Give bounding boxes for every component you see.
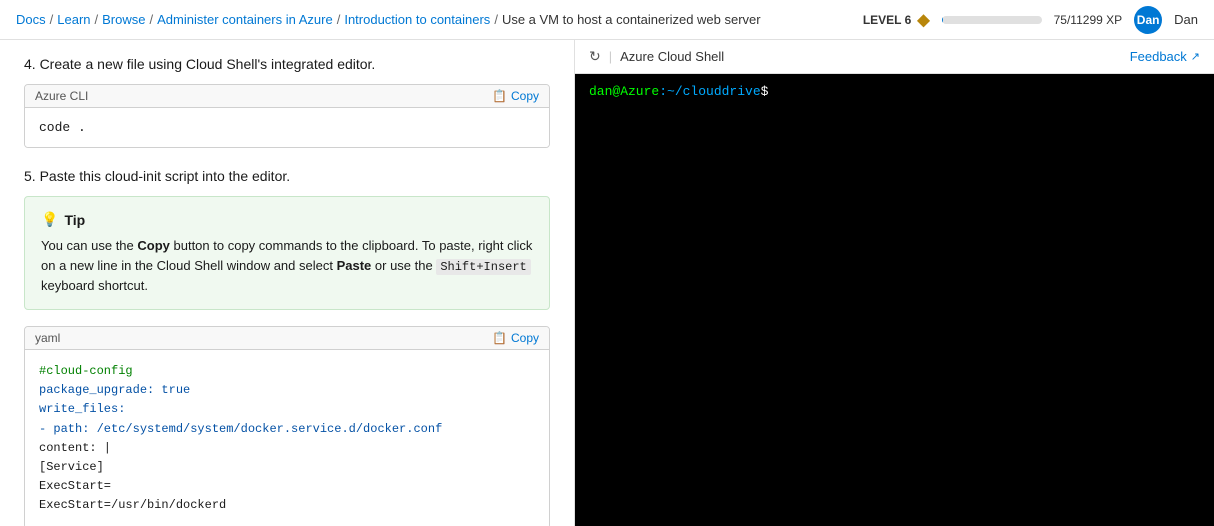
yaml-code-header: yaml 📋 Copy <box>25 327 549 350</box>
step4-code-block: Azure CLI 📋 Copy code . <box>24 84 550 148</box>
step4-heading: 4. Create a new file using Cloud Shell's… <box>24 56 550 72</box>
nav-current-page: Use a VM to host a containerized web ser… <box>502 12 761 27</box>
nav-browse[interactable]: Browse <box>102 12 145 27</box>
yaml-line2: package_upgrade: true <box>39 381 535 400</box>
avatar: Dan <box>1134 6 1162 34</box>
tip-label: Tip <box>64 212 85 228</box>
step4-copy-button[interactable]: 📋 Copy <box>492 89 539 103</box>
sep5: / <box>494 12 498 27</box>
step4-code-text: code . <box>39 120 86 135</box>
shell-separator: | <box>609 49 612 64</box>
nav-admin-containers[interactable]: Administer containers in Azure <box>157 12 333 27</box>
yaml-line7: ExecStart= <box>39 477 535 496</box>
level-icon: ◆ <box>917 10 929 30</box>
tip-text-3: or use the <box>371 258 436 273</box>
level-badge: LEVEL 6 ◆ <box>863 10 930 30</box>
xp-bar <box>942 16 1042 24</box>
yaml-copy-label: Copy <box>511 331 539 345</box>
nav-learn[interactable]: Learn <box>57 12 90 27</box>
sep1: / <box>50 12 54 27</box>
yaml-line1: #cloud-config <box>39 362 535 381</box>
nav-right: LEVEL 6 ◆ 75/11299 XP Dan Dan <box>863 6 1198 34</box>
left-panel: 4. Create a new file using Cloud Shell's… <box>0 40 575 526</box>
shell-title: Azure Cloud Shell <box>620 49 724 64</box>
main-layout: 4. Create a new file using Cloud Shell's… <box>0 40 1214 526</box>
terminal-user: dan@Azure <box>589 84 659 99</box>
avatar-initials: Dan <box>1137 13 1160 27</box>
terminal-prompt: dan@Azure:~/clouddrive$ <box>589 84 1200 99</box>
yaml-code-content: #cloud-config package_upgrade: true writ… <box>25 350 549 526</box>
nav-docs[interactable]: Docs <box>16 12 46 27</box>
sep4: / <box>337 12 341 27</box>
terminal-area[interactable]: dan@Azure:~/clouddrive$ ┃ <box>575 74 1214 526</box>
right-panel: ↻ | Azure Cloud Shell Feedback ↗ dan@Azu… <box>575 40 1214 526</box>
tip-text-1: You can use the <box>41 238 137 253</box>
tip-text: You can use the Copy button to copy comm… <box>41 236 533 295</box>
feedback-label: Feedback <box>1130 49 1187 64</box>
yaml-line5: content: | <box>39 439 535 458</box>
tip-paste-word: Paste <box>337 258 372 273</box>
sep2: / <box>95 12 99 27</box>
top-nav: Docs / Learn / Browse / Administer conta… <box>0 0 1214 40</box>
feedback-link[interactable]: Feedback ↗ <box>1130 49 1200 64</box>
tip-text-4: keyboard shortcut. <box>41 278 148 293</box>
tip-box: 💡 Tip You can use the Copy button to cop… <box>24 196 550 310</box>
sep3: / <box>149 12 153 27</box>
lightbulb-icon: 💡 <box>41 211 58 228</box>
yaml-code-block: yaml 📋 Copy #cloud-config package_upgrad… <box>24 326 550 526</box>
step4-lang-label: Azure CLI <box>35 89 88 103</box>
level-label: LEVEL 6 <box>863 13 911 27</box>
cloud-shell-header: ↻ | Azure Cloud Shell Feedback ↗ <box>575 40 1214 74</box>
xp-bar-fill <box>942 16 943 24</box>
terminal-dollar: $ <box>761 84 769 99</box>
xp-text: 75/11299 XP <box>1054 13 1123 27</box>
tip-header: 💡 Tip <box>41 211 533 228</box>
user-name: Dan <box>1174 12 1198 27</box>
yaml-copy-icon: 📋 <box>492 331 507 345</box>
step4-code-header: Azure CLI 📋 Copy <box>25 85 549 108</box>
yaml-line8: ExecStart=/usr/bin/dockerd <box>39 496 535 515</box>
tip-copy-word: Copy <box>137 238 170 253</box>
yaml-line3: write_files: <box>39 400 535 419</box>
yaml-lang-label: yaml <box>35 331 60 345</box>
yaml-line4: - path: /etc/systemd/system/docker.servi… <box>39 420 535 439</box>
yaml-copy-button[interactable]: 📋 Copy <box>492 331 539 345</box>
refresh-icon[interactable]: ↻ <box>589 48 601 65</box>
step5-heading: 5. Paste this cloud-init script into the… <box>24 168 550 184</box>
terminal-path: :~/clouddrive <box>659 84 760 99</box>
breadcrumb: Docs / Learn / Browse / Administer conta… <box>16 12 863 27</box>
cloud-shell-left: ↻ | Azure Cloud Shell <box>589 48 724 65</box>
step4-code-content: code . <box>25 108 549 147</box>
nav-intro-containers[interactable]: Introduction to containers <box>344 12 490 27</box>
tip-shortcut: Shift+Insert <box>436 259 530 275</box>
copy-icon: 📋 <box>492 89 507 103</box>
step4-copy-label: Copy <box>511 89 539 103</box>
external-link-icon: ↗ <box>1191 50 1200 63</box>
yaml-line6: [Service] <box>39 458 535 477</box>
